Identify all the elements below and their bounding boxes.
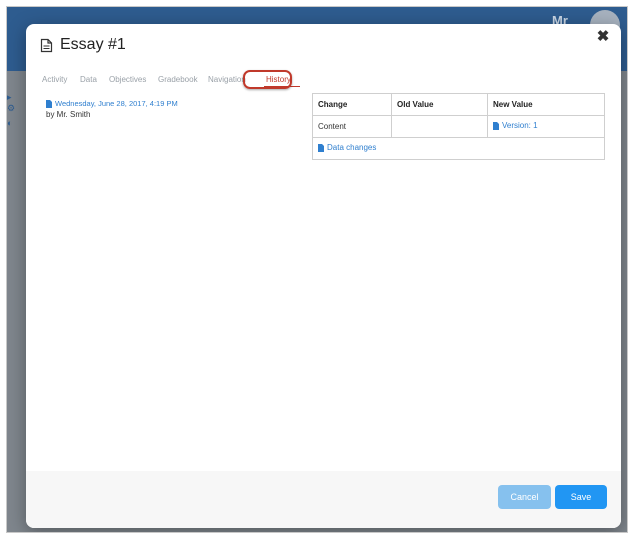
tab-gradebook[interactable]: Gradebook bbox=[158, 75, 198, 84]
screenshot-frame: Mr ▸ ⚙ ◐ Essay #1 ✖ Activity Data Object… bbox=[6, 6, 628, 533]
file-icon bbox=[318, 143, 324, 152]
changes-table: Change Old Value New Value Content Versi… bbox=[312, 93, 605, 160]
data-changes-link[interactable]: Data changes bbox=[318, 143, 376, 152]
tab-data[interactable]: Data bbox=[80, 75, 97, 84]
history-entry-date: Wednesday, June 28, 2017, 4:19 PM bbox=[55, 99, 178, 108]
gear-icon[interactable]: ⚙ bbox=[7, 103, 15, 114]
column-header-new-value: New Value bbox=[487, 93, 605, 116]
table-header-row: Change Old Value New Value bbox=[312, 93, 605, 116]
column-header-old-value: Old Value bbox=[391, 93, 488, 116]
tab-activity[interactable]: Activity bbox=[42, 75, 67, 84]
table-footer-row: Data changes bbox=[312, 137, 605, 160]
modal-header: Essay #1 bbox=[40, 36, 126, 54]
document-icon bbox=[40, 38, 53, 53]
version-link-label: Version: 1 bbox=[502, 121, 538, 131]
data-changes-label: Data changes bbox=[327, 143, 377, 153]
history-tab-callout bbox=[243, 70, 292, 89]
file-icon bbox=[46, 99, 52, 108]
cell-old-value bbox=[391, 115, 488, 138]
cancel-button[interactable]: Cancel bbox=[498, 485, 551, 509]
modal-footer: Cancel Save bbox=[26, 471, 621, 528]
modal-title: Essay #1 bbox=[60, 36, 126, 53]
tab-objectives[interactable]: Objectives bbox=[109, 75, 146, 84]
column-header-change: Change bbox=[312, 93, 392, 116]
history-entry-link[interactable]: Wednesday, June 28, 2017, 4:19 PM bbox=[46, 99, 178, 108]
save-button[interactable]: Save bbox=[555, 485, 607, 509]
activity-modal: Essay #1 ✖ Activity Data Objectives Grad… bbox=[26, 24, 621, 528]
history-entry: Wednesday, June 28, 2017, 4:19 PM by Mr.… bbox=[46, 99, 178, 119]
data-changes-cell: Data changes bbox=[312, 137, 605, 160]
table-row: Content Version: 1 bbox=[312, 115, 605, 138]
file-icon bbox=[493, 121, 499, 130]
tab-navigation[interactable]: Navigation bbox=[208, 75, 246, 84]
cell-new-value: Version: 1 bbox=[487, 115, 605, 138]
history-entry-author: by Mr. Smith bbox=[46, 110, 91, 119]
version-link[interactable]: Version: 1 bbox=[493, 121, 538, 130]
contrast-icon[interactable]: ◐ bbox=[7, 118, 12, 128]
cell-change: Content bbox=[312, 115, 392, 138]
collapse-arrow-icon[interactable]: ▸ bbox=[7, 92, 12, 103]
close-icon[interactable]: ✖ bbox=[596, 29, 610, 44]
